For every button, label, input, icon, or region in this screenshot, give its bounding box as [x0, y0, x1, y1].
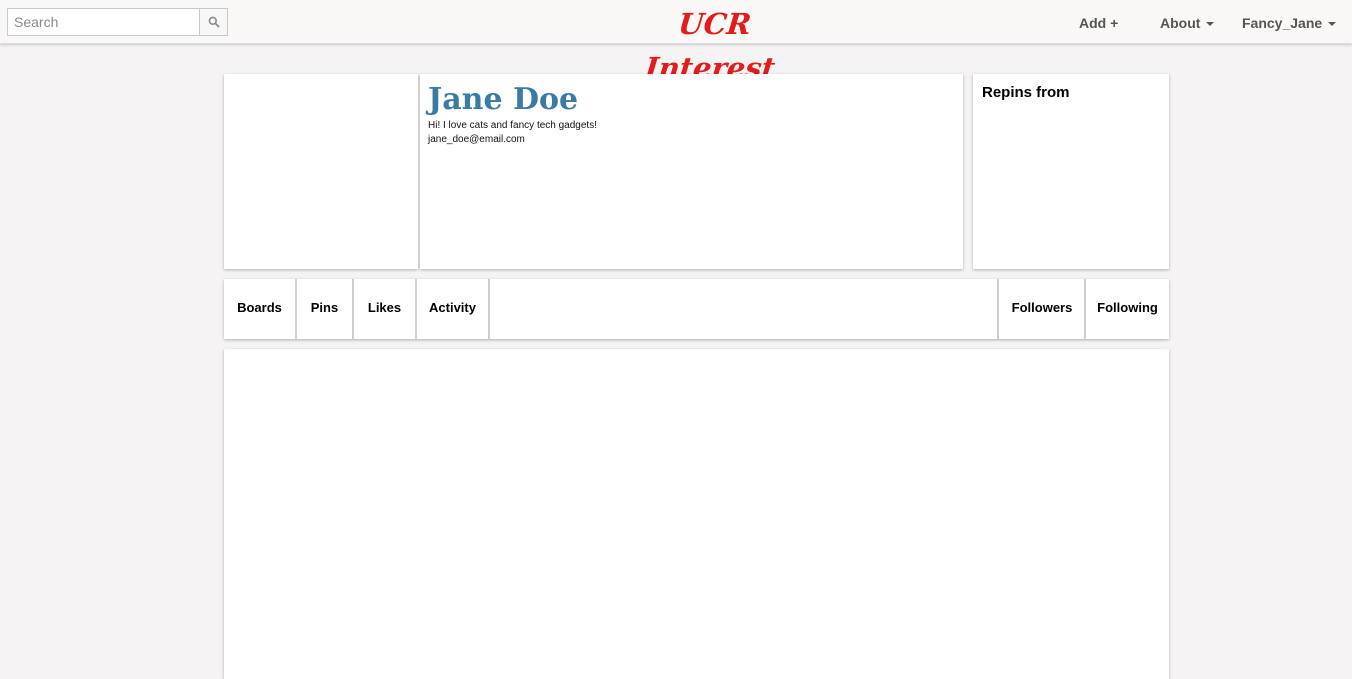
site-logo[interactable]: UCR Interest [618, 2, 812, 85]
tab-following[interactable]: Following [1084, 279, 1169, 339]
add-label: Add + [1079, 15, 1119, 31]
repins-title: Repins from [982, 84, 1070, 101]
about-label: About [1160, 15, 1201, 31]
profile-tabs: Boards Pins Likes Activity Followers Fol… [224, 279, 1169, 339]
search-box [7, 8, 228, 36]
chevron-down-icon [1206, 22, 1215, 26]
top-navbar: UCR Interest Add + About Fancy_Jane [0, 0, 1352, 85]
profile-email: jane_doe@email.com [428, 134, 525, 145]
search-icon [208, 16, 220, 28]
profile-bio: Hi! I love cats and fancy tech gadgets! [428, 120, 597, 131]
chevron-down-icon [1328, 22, 1337, 26]
add-menu[interactable]: Add + [1079, 0, 1118, 44]
tab-likes[interactable]: Likes [354, 279, 417, 339]
profile-card: Jane Doe Hi! I love cats and fancy tech … [420, 74, 963, 269]
tab-activity[interactable]: Activity [417, 279, 490, 339]
tab-pins[interactable]: Pins [297, 279, 354, 339]
about-menu[interactable]: About [1160, 0, 1215, 44]
user-menu[interactable]: Fancy_Jane [1242, 0, 1337, 44]
tab-boards[interactable]: Boards [224, 279, 297, 339]
content-area [224, 349, 1169, 679]
search-button[interactable] [199, 9, 227, 35]
search-input[interactable] [8, 9, 199, 35]
username-label: Fancy_Jane [1242, 15, 1323, 31]
profile-name: Jane Doe [428, 82, 579, 117]
repins-card: Repins from [973, 74, 1169, 269]
avatar [224, 74, 418, 269]
tab-followers[interactable]: Followers [997, 279, 1085, 339]
